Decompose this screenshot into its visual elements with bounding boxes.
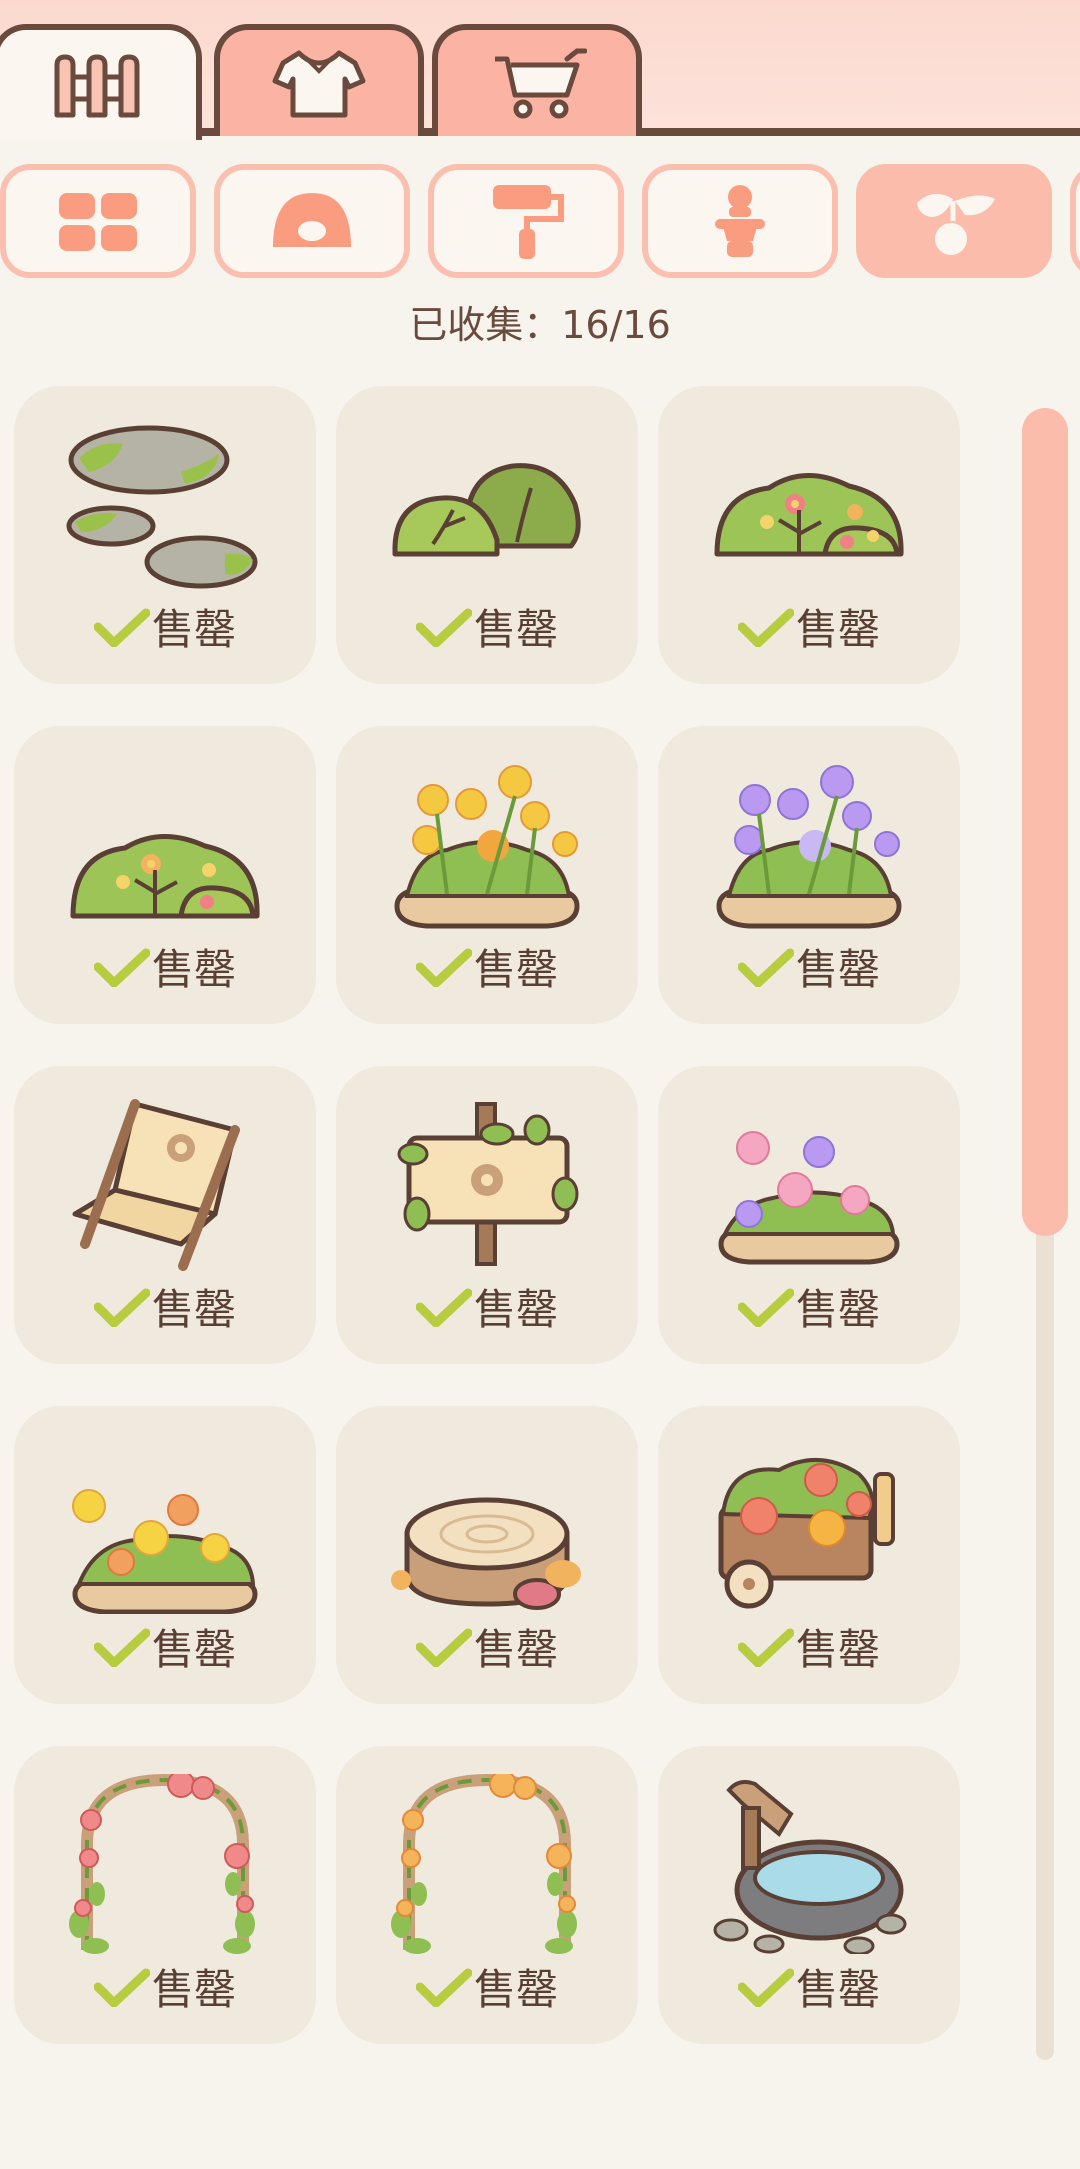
status-sold-out: 售罄 bbox=[336, 936, 638, 997]
category-wallpaper[interactable] bbox=[428, 164, 624, 278]
status-sold-out: 售罄 bbox=[336, 1956, 638, 2017]
check-icon bbox=[415, 1968, 472, 2007]
fence-icon bbox=[54, 54, 140, 118]
item-card[interactable]: 售罄 bbox=[336, 726, 638, 1024]
tab-fence[interactable] bbox=[0, 24, 202, 140]
tree-stump-art bbox=[391, 1497, 581, 1610]
status-sold-out: 售罄 bbox=[14, 936, 316, 997]
status-sold-out: 售罄 bbox=[14, 596, 316, 657]
vine-signboard-art bbox=[397, 1102, 579, 1266]
stone-water-basin-art bbox=[713, 1780, 907, 1954]
pink-flower-bed-art bbox=[718, 1131, 900, 1265]
tab-shop[interactable] bbox=[432, 24, 642, 136]
item-card[interactable]: 售罄 bbox=[14, 1406, 316, 1704]
shirt-icon bbox=[272, 50, 366, 118]
figure-icon bbox=[715, 185, 765, 257]
item-card[interactable]: 售罄 bbox=[658, 1066, 960, 1364]
flower-cart-art bbox=[718, 1458, 895, 1609]
status-sold-out: 售罄 bbox=[658, 936, 960, 997]
wooden-chair-art bbox=[72, 1099, 240, 1271]
item-card[interactable]: 售罄 bbox=[336, 1066, 638, 1364]
tab-clothes[interactable] bbox=[214, 24, 424, 136]
status-sold-out: 售罄 bbox=[14, 1276, 316, 1337]
check-icon bbox=[93, 1628, 150, 1667]
category-all[interactable] bbox=[0, 164, 196, 278]
item-card[interactable]: 售罄 bbox=[658, 386, 960, 684]
check-icon bbox=[415, 948, 472, 987]
category-plants[interactable] bbox=[856, 164, 1052, 278]
orange-flower-arch-art bbox=[391, 1774, 577, 1954]
status-label: 售罄 bbox=[473, 605, 558, 654]
item-card[interactable]: 售罄 bbox=[658, 1746, 960, 2044]
rug-icon bbox=[273, 193, 351, 247]
category-more[interactable] bbox=[1070, 164, 1080, 278]
grid-icon bbox=[59, 193, 137, 251]
status-label: 售罄 bbox=[473, 945, 558, 994]
check-icon bbox=[93, 608, 150, 647]
yellow-flower-bed-art bbox=[394, 765, 580, 929]
collected-count: 已收集：16/16 bbox=[409, 303, 671, 347]
status-label: 售罄 bbox=[795, 945, 880, 994]
status-label: 售罄 bbox=[151, 1285, 236, 1334]
status-label: 售罄 bbox=[473, 1625, 558, 1674]
status-sold-out: 售罄 bbox=[336, 1276, 638, 1337]
check-icon bbox=[93, 1968, 150, 2007]
item-card[interactable]: 售罄 bbox=[658, 726, 960, 1024]
status-label: 售罄 bbox=[151, 1965, 236, 2014]
status-sold-out: 售罄 bbox=[658, 596, 960, 657]
item-card[interactable]: 售罄 bbox=[658, 1406, 960, 1704]
status-label: 售罄 bbox=[795, 1285, 880, 1334]
scrollbar-thumb[interactable] bbox=[1022, 408, 1068, 1236]
paint-roller-icon bbox=[493, 185, 564, 259]
status-label: 售罄 bbox=[795, 1625, 880, 1674]
cart-icon bbox=[495, 48, 587, 119]
status-label: 售罄 bbox=[151, 945, 236, 994]
status-label: 售罄 bbox=[473, 1285, 558, 1334]
green-bush-art bbox=[392, 463, 581, 557]
item-card[interactable]: 售罄 bbox=[336, 386, 638, 684]
item-card[interactable]: 售罄 bbox=[14, 1066, 316, 1364]
check-icon bbox=[737, 608, 794, 647]
item-card[interactable]: 售罄 bbox=[14, 726, 316, 1024]
item-card[interactable]: 售罄 bbox=[336, 1746, 638, 2044]
check-icon bbox=[415, 1628, 472, 1667]
status-label: 售罄 bbox=[473, 1965, 558, 2014]
status-sold-out: 售罄 bbox=[336, 1616, 638, 1677]
orange-flower-bed-art bbox=[72, 1489, 258, 1614]
rose-arch-art bbox=[69, 1774, 255, 1954]
check-icon bbox=[415, 608, 472, 647]
status-sold-out: 售罄 bbox=[14, 1616, 316, 1677]
check-icon bbox=[93, 948, 150, 987]
flower-bush-art bbox=[714, 473, 904, 557]
item-card[interactable]: 售罄 bbox=[336, 1406, 638, 1704]
category-figure[interactable] bbox=[642, 164, 838, 278]
check-icon bbox=[737, 1628, 794, 1667]
purple-flower-bed-art bbox=[716, 765, 902, 929]
check-icon bbox=[737, 948, 794, 987]
check-icon bbox=[737, 1968, 794, 2007]
status-sold-out: 售罄 bbox=[658, 1276, 960, 1337]
status-sold-out: 售罄 bbox=[658, 1956, 960, 2017]
status-label: 售罄 bbox=[151, 1625, 236, 1674]
status-sold-out: 售罄 bbox=[336, 596, 638, 657]
stepping-stones-art bbox=[66, 425, 258, 589]
check-icon bbox=[415, 1288, 472, 1327]
category-rug[interactable] bbox=[214, 164, 410, 278]
status-label: 售罄 bbox=[795, 605, 880, 654]
status-label: 售罄 bbox=[795, 1965, 880, 2014]
plant-icon bbox=[917, 193, 995, 255]
small-flower-bush-art bbox=[70, 834, 260, 919]
status-label: 售罄 bbox=[151, 605, 236, 654]
status-sold-out: 售罄 bbox=[658, 1616, 960, 1677]
check-icon bbox=[737, 1288, 794, 1327]
status-sold-out: 售罄 bbox=[14, 1956, 316, 2017]
item-card[interactable]: 售罄 bbox=[14, 386, 316, 684]
item-card[interactable]: 售罄 bbox=[14, 1746, 316, 2044]
check-icon bbox=[93, 1288, 150, 1327]
